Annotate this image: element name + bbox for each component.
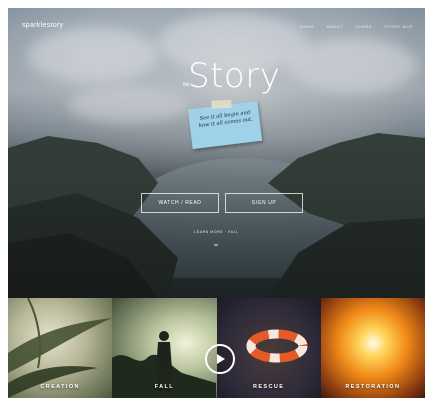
watch-read-button[interactable]: WATCH / READ [141, 193, 219, 213]
panel-fall[interactable]: FALL [112, 298, 217, 398]
nav-item-share[interactable]: SHARE [355, 24, 372, 29]
play-icon[interactable] [205, 344, 235, 374]
sign-up-button[interactable]: SIGN UP [225, 193, 303, 213]
chevron-down-icon[interactable]: ⌄ [211, 238, 221, 248]
learn-more-link[interactable]: LEARN MORE · FALL [8, 230, 425, 234]
nav-item-home[interactable]: HOME [300, 24, 314, 29]
panel-label-rescue: RESCUE [252, 384, 285, 390]
panel-label-fall: FALL [154, 384, 175, 390]
sticky-note-text: See it all begin and how it all comes ou… [198, 109, 254, 130]
leaves-illustration [8, 298, 112, 398]
lifebuoy-illustration [246, 329, 307, 363]
logo[interactable]: sparklestory [22, 22, 63, 29]
sticky-note: See it all begin and how it all comes ou… [187, 99, 263, 150]
nav-item-about[interactable]: ABOUT [327, 24, 344, 29]
hero-section: sparklestory HOME ABOUT SHARE STORY MAP … [8, 8, 425, 298]
nav-item-story-map[interactable]: STORY MAP [384, 24, 413, 29]
top-nav: HOME ABOUT SHARE STORY MAP [300, 24, 413, 29]
panel-label-restoration: RESTORATION [345, 384, 401, 390]
page-title: Story [188, 56, 281, 96]
panel-rescue[interactable]: RESCUE [216, 298, 321, 398]
panel-label-creation: CREATION [40, 384, 80, 390]
play-triangle [217, 354, 225, 364]
tape [211, 99, 232, 109]
page-frame: sparklestory HOME ABOUT SHARE STORY MAP … [8, 8, 425, 398]
figure-silhouette [112, 331, 217, 398]
hero-overlay [8, 8, 425, 298]
panel-restoration[interactable]: RESTORATION [320, 298, 425, 398]
panel-creation[interactable]: CREATION [8, 298, 113, 398]
